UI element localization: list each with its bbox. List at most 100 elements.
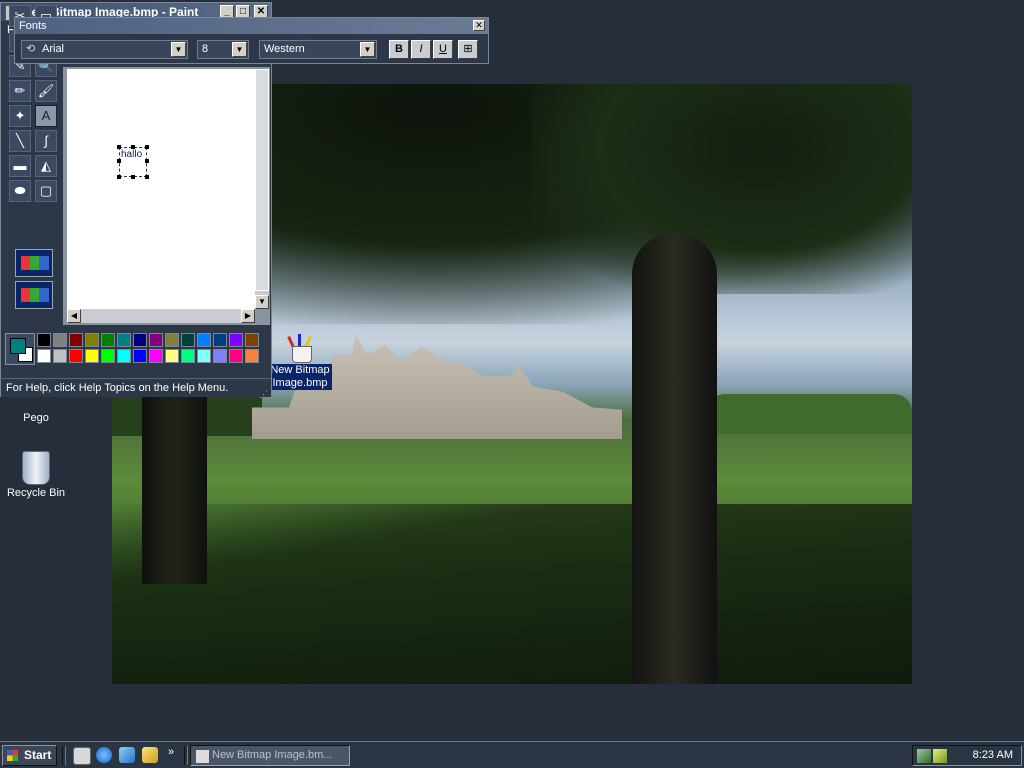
canvas-area: hallo ▼ ◀ ▶ bbox=[63, 67, 270, 325]
clock[interactable]: 8:23 AM bbox=[973, 746, 1013, 765]
option-transparent-background[interactable] bbox=[15, 281, 53, 309]
pego-label: Pego bbox=[23, 412, 49, 424]
palette-swatch[interactable] bbox=[37, 349, 51, 363]
palette-swatch[interactable] bbox=[101, 349, 115, 363]
tool-box: ✂▭▱◈✎🔍✏🖌✦A╲∫▬◭⬬▢ bbox=[7, 5, 59, 311]
palette-swatch[interactable] bbox=[37, 333, 51, 347]
tool-text-button[interactable]: A bbox=[35, 105, 57, 127]
paint-app-icon bbox=[195, 749, 210, 764]
tool-line-button[interactable]: ╲ bbox=[9, 130, 31, 152]
bold-button[interactable]: B bbox=[389, 40, 409, 59]
resize-handle-e[interactable] bbox=[145, 159, 149, 163]
resize-handle-w[interactable] bbox=[117, 159, 121, 163]
tool-brush-button[interactable]: 🖌 bbox=[35, 80, 57, 102]
palette-swatch[interactable] bbox=[229, 349, 243, 363]
ellipse-icon: ⬬ bbox=[14, 183, 26, 198]
font-size-value: 8 bbox=[202, 43, 209, 55]
text-icon: A bbox=[41, 108, 51, 123]
palette-swatch[interactable] bbox=[165, 349, 179, 363]
show-desktop-icon[interactable] bbox=[73, 747, 91, 765]
font-script-select[interactable]: Western ▼ bbox=[259, 40, 377, 59]
palette-swatch[interactable] bbox=[117, 349, 131, 363]
vertical-scroll-thumb[interactable] bbox=[255, 69, 269, 291]
fonts-close-button[interactable]: ✕ bbox=[473, 20, 485, 31]
resize-handle-ne[interactable] bbox=[145, 145, 149, 149]
palette-swatch[interactable] bbox=[229, 333, 243, 347]
wallpaper-trunk bbox=[632, 234, 717, 684]
resize-handle-nw[interactable] bbox=[117, 145, 121, 149]
palette-swatch[interactable] bbox=[85, 333, 99, 347]
underline-button[interactable]: U bbox=[433, 40, 453, 59]
palette-swatch[interactable] bbox=[181, 333, 195, 347]
resize-handle-s[interactable] bbox=[131, 175, 135, 179]
quick-launch-chevron[interactable]: » bbox=[168, 746, 174, 758]
tool-curve-button[interactable]: ∫ bbox=[35, 130, 57, 152]
drawing-canvas[interactable]: hallo bbox=[67, 69, 255, 309]
fonts-title-bar[interactable]: Fonts ✕ bbox=[15, 18, 488, 34]
tool-rounded-rectangle-button[interactable]: ▢ bbox=[35, 180, 57, 202]
chevron-down-icon[interactable]: ▼ bbox=[171, 42, 186, 57]
palette-swatch[interactable] bbox=[53, 349, 67, 363]
chevron-down-icon[interactable]: ▼ bbox=[360, 42, 375, 57]
start-button[interactable]: Start bbox=[2, 745, 57, 766]
tool-airbrush-button[interactable]: ✦ bbox=[9, 105, 31, 127]
fonts-toolbar: Fonts ✕ Arial ⟲ ▼ 8 ▼ Western ▼ B I U ⊞ bbox=[14, 17, 489, 64]
outlook-express-icon[interactable] bbox=[119, 747, 135, 763]
desktop-icon-recycle-bin[interactable]: Recycle Bin bbox=[1, 451, 71, 499]
palette-swatch[interactable] bbox=[53, 333, 67, 347]
windows-logo-icon bbox=[7, 750, 18, 761]
pencil-icon: ✏ bbox=[14, 83, 26, 98]
option-opaque-background[interactable] bbox=[15, 249, 53, 277]
horizontal-scrollbar[interactable]: ◀ ▶ bbox=[67, 309, 255, 323]
text-box-content: hallo bbox=[121, 149, 143, 160]
font-name-select[interactable]: Arial ⟲ ▼ bbox=[21, 40, 188, 59]
desktop-icon-pego[interactable]: Pego bbox=[1, 398, 71, 424]
bitmap-label-line1: New Bitmap bbox=[270, 364, 330, 376]
resize-handle-se[interactable] bbox=[145, 175, 149, 179]
palette-swatch[interactable] bbox=[69, 349, 83, 363]
taskbar-button-paint[interactable]: New Bitmap Image.bm... bbox=[190, 745, 350, 766]
airbrush-icon: ✦ bbox=[14, 108, 26, 123]
palette-swatch[interactable] bbox=[181, 349, 195, 363]
palette-swatch[interactable] bbox=[197, 349, 211, 363]
palette-swatch[interactable] bbox=[69, 333, 83, 347]
scroll-left-button[interactable]: ◀ bbox=[67, 309, 81, 323]
text-box[interactable]: hallo bbox=[117, 145, 149, 179]
font-size-select[interactable]: 8 ▼ bbox=[197, 40, 249, 59]
palette-swatch[interactable] bbox=[149, 349, 163, 363]
scroll-down-button[interactable]: ▼ bbox=[255, 295, 269, 309]
tool-polygon-button[interactable]: ◭ bbox=[35, 155, 57, 177]
palette-swatch[interactable] bbox=[133, 333, 147, 347]
palette-swatch[interactable] bbox=[117, 333, 131, 347]
palette-swatch[interactable] bbox=[245, 333, 259, 347]
palette-swatch[interactable] bbox=[197, 333, 211, 347]
palette-swatch[interactable] bbox=[101, 333, 115, 347]
vertical-scrollbar[interactable]: ▼ bbox=[255, 69, 269, 309]
network-icon[interactable] bbox=[917, 749, 931, 763]
desktop-icon-new-bitmap[interactable]: New Bitmap Image.bmp bbox=[265, 334, 335, 390]
resize-handle-sw[interactable] bbox=[117, 175, 121, 179]
color-palette bbox=[5, 333, 267, 367]
explorer-icon[interactable] bbox=[142, 747, 158, 763]
italic-button[interactable]: I bbox=[411, 40, 431, 59]
palette-swatch[interactable] bbox=[133, 349, 147, 363]
palette-swatch[interactable] bbox=[149, 333, 163, 347]
palette-swatch[interactable] bbox=[165, 333, 179, 347]
palette-swatch[interactable] bbox=[245, 349, 259, 363]
wallpaper-canopy-right bbox=[532, 84, 912, 294]
tool-rectangle-button[interactable]: ▬ bbox=[9, 155, 31, 177]
palette-swatch[interactable] bbox=[213, 333, 227, 347]
tool-ellipse-button[interactable]: ⬬ bbox=[9, 180, 31, 202]
tool-pencil-button[interactable]: ✏ bbox=[9, 80, 31, 102]
palette-swatch[interactable] bbox=[213, 349, 227, 363]
palette-swatch[interactable] bbox=[85, 349, 99, 363]
chevron-down-icon[interactable]: ▼ bbox=[232, 42, 247, 57]
internet-explorer-icon[interactable] bbox=[96, 747, 112, 763]
resize-grip[interactable]: ⋰ bbox=[259, 385, 269, 399]
resize-handle-n[interactable] bbox=[131, 145, 135, 149]
scroll-right-button[interactable]: ▶ bbox=[241, 309, 255, 323]
polygon-icon: ◭ bbox=[41, 158, 51, 173]
vertical-text-button[interactable]: ⊞ bbox=[458, 40, 478, 59]
taskbar-divider bbox=[184, 746, 188, 765]
volume-icon[interactable] bbox=[933, 749, 947, 763]
